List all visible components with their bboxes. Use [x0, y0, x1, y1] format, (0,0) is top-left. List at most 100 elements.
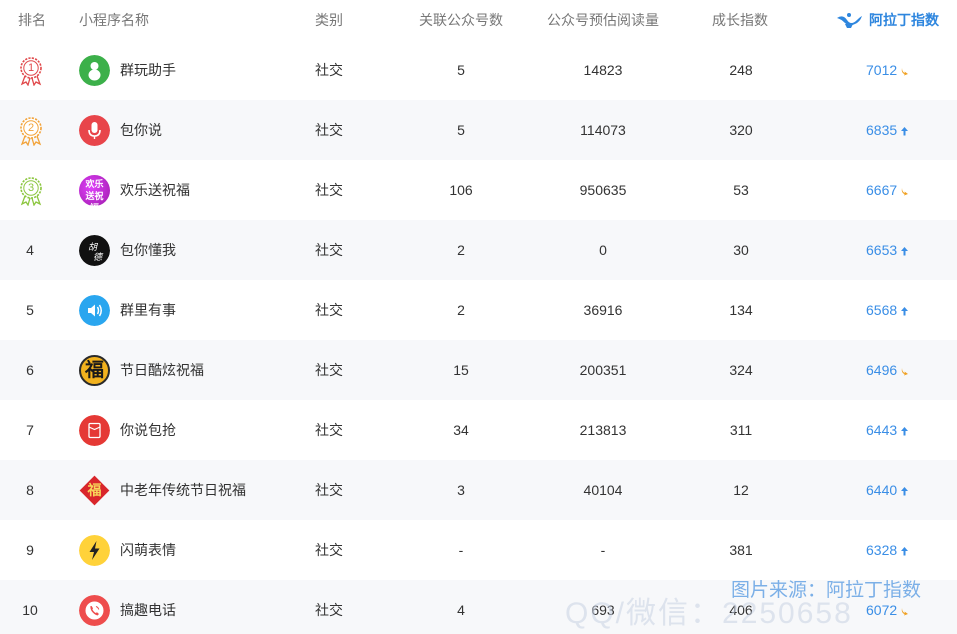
growth-value: 324: [729, 362, 753, 378]
est-reads-value: 14823: [583, 62, 623, 78]
category-label: 社交: [315, 602, 343, 618]
growth-value: 381: [729, 542, 753, 558]
category-label: 社交: [315, 242, 343, 258]
app-icon[interactable]: [79, 535, 110, 566]
aladdin-index-value[interactable]: 6653: [866, 220, 909, 280]
brand-title[interactable]: 阿拉丁指数: [869, 10, 939, 30]
category-label: 社交: [315, 62, 343, 78]
header-linked-accounts[interactable]: 关联公众号数: [419, 0, 503, 40]
index-number: 6835: [866, 122, 898, 138]
index-number: 6072: [866, 602, 898, 618]
header-category: 类别: [315, 12, 343, 28]
growth-value: 248: [729, 62, 753, 78]
watermark-source: 图片来源：阿拉丁指数: [730, 580, 921, 601]
table-row[interactable]: 9 闪萌表情 社交 - - 381 6328: [0, 520, 957, 580]
aladdin-index-value[interactable]: 6440: [866, 460, 909, 520]
app-name[interactable]: 欢乐送祝福: [120, 160, 190, 220]
trend-down-icon: [900, 41, 909, 101]
medal-icon: 3: [17, 176, 45, 207]
aladdin-index-value[interactable]: 6328: [866, 520, 909, 580]
linked-accounts-value: 34: [453, 422, 469, 438]
category-label: 社交: [315, 302, 343, 318]
aladdin-index-value[interactable]: 6443: [866, 400, 909, 460]
table-row[interactable]: 4 胡德包你懂我 社交 2 0 30 6653: [0, 220, 957, 280]
est-reads-value: -: [600, 542, 606, 558]
index-number: 6496: [866, 362, 898, 378]
app-name[interactable]: 你说包抢: [120, 400, 176, 460]
app-name[interactable]: 群里有事: [120, 280, 176, 340]
category-label: 社交: [315, 542, 343, 558]
lamp-icon: [837, 13, 862, 28]
est-reads-value: 950635: [579, 182, 627, 198]
rank-number: 6: [26, 362, 34, 378]
trend-down-icon: [900, 341, 909, 401]
rank-number: 9: [26, 542, 34, 558]
app-icon[interactable]: 胡德: [79, 235, 110, 266]
index-number: 6440: [866, 482, 898, 498]
app-name[interactable]: 包你说: [120, 100, 162, 160]
category-label: 社交: [315, 482, 343, 498]
app-icon[interactable]: [79, 415, 110, 446]
rank-number: 10: [22, 602, 38, 618]
aladdin-index-value[interactable]: 7012: [866, 40, 909, 100]
index-number: 6568: [866, 302, 898, 318]
app-icon-text: 福: [84, 359, 104, 381]
app-name[interactable]: 中老年传统节日祝福: [120, 460, 246, 520]
growth-value: 320: [729, 122, 753, 138]
app-name[interactable]: 节日酷炫祝福: [120, 340, 204, 400]
linked-accounts-value: 2: [457, 242, 465, 258]
table-header: 排名 小程序名称 类别 关联公众号数 公众号预估阅读量 成长指数 阿拉丁指数: [0, 0, 957, 40]
linked-accounts-value: -: [458, 542, 464, 558]
trend-down-icon: [900, 161, 909, 221]
aladdin-index-value[interactable]: 6496: [866, 340, 909, 400]
table-row[interactable]: 6 福节日酷炫祝福 社交 15 200351 324 6496: [0, 340, 957, 400]
app-icon[interactable]: [79, 55, 110, 86]
table-row[interactable]: 1 群玩助手 社交 5 14823 248 7012: [0, 40, 957, 100]
header-name: 小程序名称: [79, 12, 149, 28]
app-icon[interactable]: [79, 595, 110, 626]
table-row[interactable]: 5 群里有事 社交 2 36916 134 6568: [0, 280, 957, 340]
rank-number: 4: [26, 242, 34, 258]
index-number: 6443: [866, 422, 898, 438]
rank-number: 8: [26, 482, 34, 498]
aladdin-index-value[interactable]: 6667: [866, 160, 909, 220]
est-reads-value: 40104: [583, 482, 623, 498]
linked-accounts-value: 3: [457, 482, 465, 498]
table-row[interactable]: 8 福 中老年传统节日祝福 社交 3 40104 12 6440: [0, 460, 957, 520]
header-rank: 排名: [18, 12, 46, 28]
app-icon[interactable]: 福: [79, 475, 110, 506]
app-icon-text: 欢乐送祝福: [85, 179, 104, 206]
app-icon[interactable]: 福: [79, 355, 110, 386]
table-row[interactable]: 2 包你说 社交 5 114073 320 6835: [0, 100, 957, 160]
growth-value: 53: [733, 182, 749, 198]
brand-logo[interactable]: 阿拉丁指数: [835, 8, 939, 32]
app-icon[interactable]: [79, 115, 110, 146]
medal-icon: 2: [17, 116, 45, 147]
app-name[interactable]: 包你懂我: [120, 220, 176, 280]
app-icon[interactable]: [79, 295, 110, 326]
trend-up-icon: [900, 521, 909, 581]
rank-number: 7: [26, 422, 34, 438]
linked-accounts-value: 106: [449, 182, 473, 198]
linked-accounts-value: 2: [457, 302, 465, 318]
header-growth[interactable]: 成长指数: [712, 0, 768, 40]
header-est-reads[interactable]: 公众号预估阅读量: [547, 0, 659, 40]
trend-up-icon: [900, 401, 909, 461]
index-number: 7012: [866, 62, 898, 78]
app-name[interactable]: 搞趣电话: [120, 580, 176, 634]
app-name[interactable]: 闪萌表情: [120, 520, 176, 580]
aladdin-index-value[interactable]: 6835: [866, 100, 909, 160]
app-icon[interactable]: 欢乐送祝福: [79, 175, 110, 206]
app-name[interactable]: 群玩助手: [120, 40, 176, 100]
category-label: 社交: [315, 422, 343, 438]
trend-up-icon: [900, 221, 909, 281]
rank-number: 2: [27, 122, 35, 134]
linked-accounts-value: 4: [457, 602, 465, 618]
est-reads-value: 213813: [579, 422, 627, 438]
table-row[interactable]: 3 欢乐送祝福欢乐送祝福 社交 106 950635 53 6667: [0, 160, 957, 220]
est-reads-value: 114073: [580, 122, 626, 138]
rank-number: 3: [27, 182, 35, 194]
linked-accounts-value: 5: [457, 62, 465, 78]
table-row[interactable]: 7 你说包抢 社交 34 213813 311 6443: [0, 400, 957, 460]
aladdin-index-value[interactable]: 6568: [866, 280, 909, 340]
